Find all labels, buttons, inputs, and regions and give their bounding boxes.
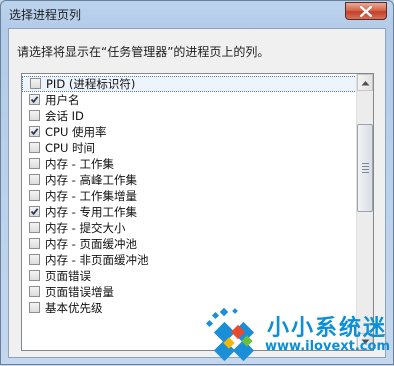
column-label: 内存 - 工作集 (45, 157, 114, 171)
column-label: PID (进程标识符) (46, 77, 136, 91)
column-checkbox[interactable] (29, 190, 40, 201)
column-list-item[interactable]: 内存 - 非页面缓冲池 (22, 252, 357, 268)
column-label: 基本优先级 (45, 301, 103, 315)
column-label: 用户名 (45, 93, 80, 107)
column-list-item[interactable]: 内存 - 高峰工作集 (22, 172, 357, 188)
column-list-item[interactable]: CPU 时间 (22, 140, 357, 156)
column-list-item[interactable]: 会话 ID (22, 108, 357, 124)
column-list-item[interactable]: 内存 - 提交大小 (22, 220, 357, 236)
column-checkbox[interactable] (29, 302, 40, 313)
site-watermark: 小小系统迷 www.ilovext.com (201, 301, 394, 366)
column-checkbox[interactable] (29, 110, 40, 121)
column-label: 内存 - 非页面缓冲池 (45, 253, 149, 267)
instruction-text: 请选择将显示在“任务管理器”的进程页上的列。 (17, 45, 270, 59)
column-label: 内存 - 工作集增量 (45, 189, 137, 203)
windows-logo-icon (205, 307, 255, 362)
watermark-title: 小小系统迷 (267, 316, 388, 341)
column-checkbox[interactable] (29, 158, 40, 169)
column-checkbox[interactable] (30, 78, 41, 89)
column-checkbox[interactable] (29, 174, 40, 185)
checkmark-icon (30, 208, 39, 216)
column-list-item[interactable]: CPU 使用率 (22, 124, 357, 140)
column-checkbox[interactable] (29, 286, 40, 297)
column-label: 会话 ID (45, 109, 84, 123)
column-label: 页面错误增量 (45, 285, 114, 299)
column-checkbox[interactable] (29, 126, 40, 137)
column-list-item[interactable]: 内存 - 页面缓冲池 (22, 236, 357, 252)
scroll-up-icon (361, 81, 370, 86)
column-list-item[interactable]: PID (进程标识符) (22, 76, 357, 92)
column-list-item[interactable]: 内存 - 专用工作集 (22, 204, 357, 220)
dialog-title: 选择进程页列 (9, 8, 82, 22)
watermark-url: www.ilovext.com (265, 339, 390, 354)
column-label: CPU 时间 (45, 141, 96, 155)
column-selection-dialog: 选择进程页列 请选择将显示在“任务管理器”的进程页上的列。 PID (进程标识符… (0, 0, 394, 365)
column-checkbox[interactable] (29, 254, 40, 265)
column-list-item[interactable]: 页面错误 (22, 268, 357, 284)
column-label: 内存 - 专用工作集 (45, 205, 137, 219)
close-icon (360, 6, 372, 17)
thumb-grip-line (362, 169, 369, 170)
checkmark-icon (30, 128, 39, 136)
column-checkbox[interactable] (29, 94, 40, 105)
column-list-rows: PID (进程标识符) 用户名会话 ID CPU 使用率 CPU 时间内存 - 工作集… (22, 76, 357, 316)
column-checkbox[interactable] (29, 222, 40, 233)
scroll-up-button[interactable] (357, 74, 373, 91)
column-list-item[interactable]: 内存 - 工作集 (22, 156, 357, 172)
column-list-item[interactable]: 内存 - 工作集增量 (22, 188, 357, 204)
thumb-grip-line (362, 163, 369, 164)
thumb-grip-line (362, 172, 369, 173)
column-label: 内存 - 高峰工作集 (45, 173, 137, 187)
column-label: CPU 使用率 (45, 125, 107, 139)
column-list-item[interactable]: 用户名 (22, 92, 357, 108)
title-bar[interactable]: 选择进程页列 (1, 1, 393, 27)
checkmark-icon (30, 96, 39, 104)
column-label: 内存 - 提交大小 (45, 221, 126, 235)
column-checkbox[interactable] (29, 206, 40, 217)
column-checkbox[interactable] (29, 142, 40, 153)
thumb-grip-line (362, 166, 369, 167)
column-checkbox[interactable] (29, 270, 40, 281)
scrollbar-thumb[interactable] (357, 124, 373, 212)
column-checkbox[interactable] (29, 238, 40, 249)
column-label: 内存 - 页面缓冲池 (45, 237, 137, 251)
column-label: 页面错误 (45, 269, 91, 283)
close-button[interactable] (345, 2, 387, 20)
column-list-item[interactable]: 页面错误增量 (22, 284, 357, 300)
